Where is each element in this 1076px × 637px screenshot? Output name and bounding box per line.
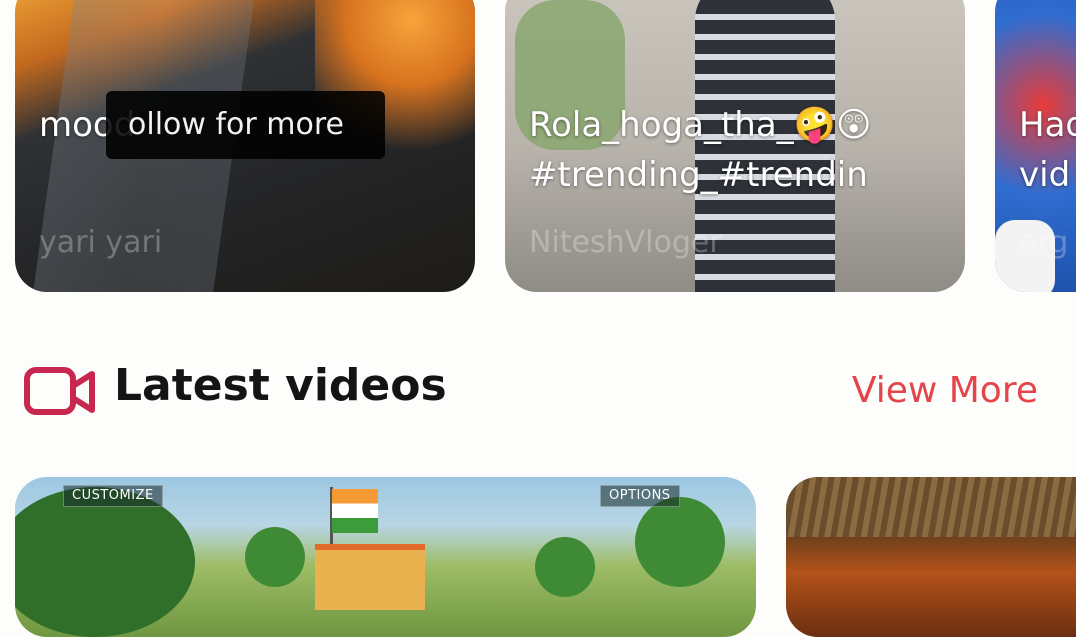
card-author: arg [1019, 225, 1069, 260]
thumbnail-building [315, 544, 425, 610]
thumbnail-palm [245, 527, 305, 587]
thumbnail-tree [15, 487, 195, 637]
view-more-link[interactable]: View More [852, 370, 1038, 411]
thumbnail-flag [332, 489, 378, 533]
latest-video-card[interactable] [786, 477, 1076, 637]
thumbnail-roof [786, 477, 1076, 537]
latest-video-card[interactable]: CUSTOMIZE OPTIONS [15, 477, 756, 637]
thumbnail-palm [535, 537, 595, 597]
follow-tooltip: ollow for more [106, 91, 385, 159]
video-card-partial[interactable]: Had vid arg [995, 0, 1076, 292]
video-camera-icon [24, 366, 98, 422]
section-title: Latest videos [114, 360, 447, 411]
card-author: yari yari [39, 225, 163, 260]
thumbnail-palm [635, 497, 725, 587]
card-title-line1: Had [1019, 105, 1076, 145]
hud-customize-button: CUSTOMIZE [63, 485, 163, 507]
card-author: NiteshVloger [529, 225, 722, 260]
card-title-line2: vid [1019, 155, 1071, 195]
card-title-line2: #trending_#trendin [529, 155, 868, 195]
video-card-rola[interactable]: Rola_hoga_tha_🤪😲 #trending_#trendin Nite… [505, 0, 965, 292]
hud-options-button: OPTIONS [600, 485, 680, 507]
latest-videos-header: Latest videos View More [0, 350, 1076, 430]
card-title-line1: Rola_hoga_tha_🤪😲 [529, 105, 872, 145]
